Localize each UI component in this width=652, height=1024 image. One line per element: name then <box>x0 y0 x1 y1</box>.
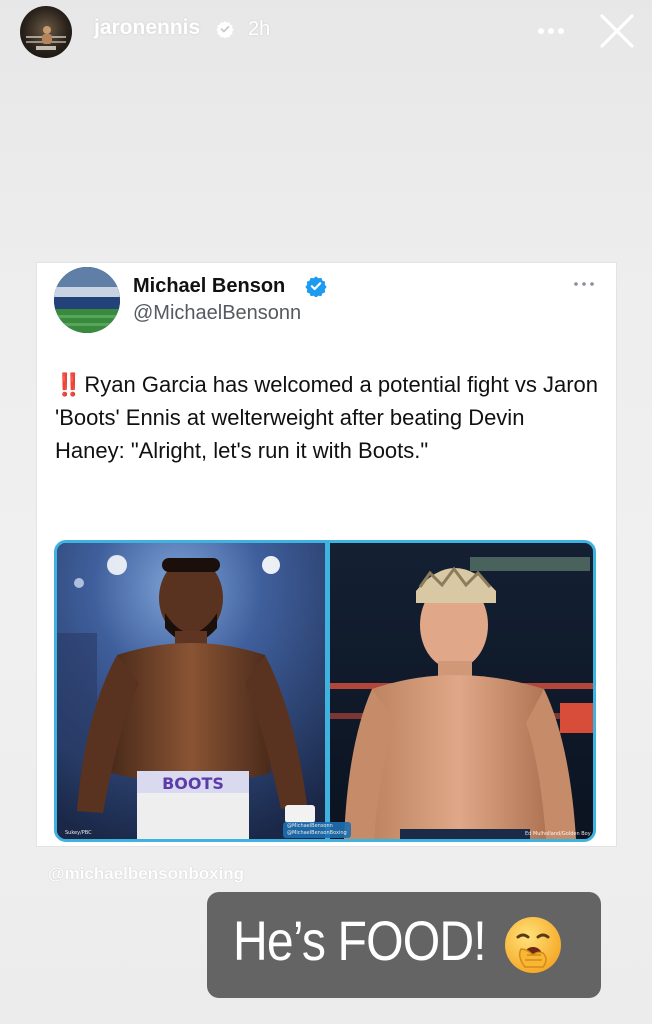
tweet-author-avatar[interactable] <box>54 267 120 333</box>
tweet-media[interactable]: BOOTS Sukey/PBC @MichaelBensonn @Michael… <box>54 540 596 842</box>
verified-blue-badge-icon <box>305 276 327 297</box>
tweet-text: ‼️ Ryan Garcia has welcomed a potential f… <box>55 368 600 467</box>
story-timestamp: 2h <box>248 18 271 40</box>
tweet-body: Ryan Garcia has welcomed a potential fig… <box>55 372 599 463</box>
close-icon[interactable] <box>598 12 636 50</box>
story-avatar[interactable] <box>20 6 72 58</box>
verified-badge-icon <box>216 21 234 38</box>
story-username[interactable]: jaronennis <box>94 16 200 40</box>
tweet-author-handle[interactable]: @MichaelBensonn <box>133 302 301 325</box>
mention-sticker[interactable]: @michaelbensonboxing <box>48 864 244 884</box>
media-credit-handle: @MichaelBensonn <box>287 823 333 829</box>
tweet-card[interactable]: Michael Benson @MichaelBensonn ‼️ Ryan Ga… <box>37 263 616 846</box>
yawning-face-emoji-icon <box>505 917 561 973</box>
tweet-more-icon[interactable] <box>573 280 595 288</box>
caption-text: He’s FOOD! <box>233 909 487 972</box>
media-credit-left: Sukey/PBC <box>65 830 92 836</box>
photo-jaron-ennis: BOOTS <box>57 543 325 839</box>
double-exclamation-emoji: ‼️ <box>55 372 82 397</box>
photo-ryan-garcia <box>330 543 593 839</box>
svg-text:BOOTS: BOOTS <box>162 774 224 793</box>
caption-sticker: He’s FOOD! <box>207 892 601 998</box>
media-credit-handle-2: @MichaelBensonBoxing <box>287 830 347 836</box>
media-credit-center: @MichaelBensonn @MichaelBensonBoxing <box>283 822 351 838</box>
more-options-icon[interactable] <box>536 24 566 38</box>
story-header: jaronennis 2h <box>0 0 652 64</box>
media-credit-right: Ed Mulholland/Golden Boy <box>525 831 591 837</box>
tweet-author-name[interactable]: Michael Benson <box>133 275 285 298</box>
